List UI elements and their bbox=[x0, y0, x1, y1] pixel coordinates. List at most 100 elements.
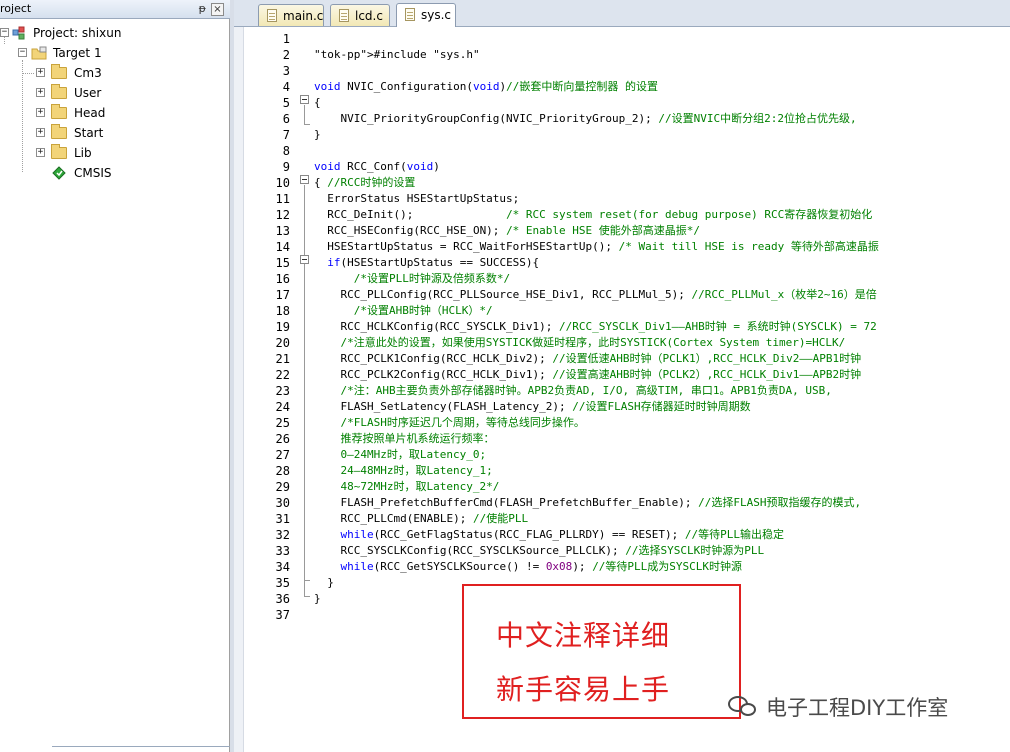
line-number: 14 bbox=[275, 240, 290, 254]
tree-item-group[interactable]: + Head bbox=[0, 103, 230, 123]
code-line[interactable]: RCC_HSEConfig(RCC_HSE_ON); /* Enable HSE… bbox=[314, 223, 700, 239]
code-line[interactable]: NVIC_PriorityGroupConfig(NVIC_PriorityGr… bbox=[314, 111, 856, 127]
fold-toggle-icon[interactable] bbox=[300, 95, 309, 104]
code-line[interactable]: RCC_PCLK2Config(RCC_HCLK_Div1); //设置高速AH… bbox=[314, 367, 861, 383]
group-label: Start bbox=[74, 126, 104, 140]
fold-toggle-icon[interactable] bbox=[300, 255, 309, 264]
expand-icon[interactable]: + bbox=[36, 88, 45, 97]
tab-label: main.c bbox=[283, 9, 324, 23]
line-number: 25 bbox=[275, 416, 290, 430]
line-number: 3 bbox=[282, 64, 290, 78]
code-line[interactable]: } bbox=[314, 591, 321, 607]
line-number: 9 bbox=[282, 160, 290, 174]
expand-icon[interactable]: + bbox=[36, 148, 45, 157]
code-line[interactable]: 0—24MHz时，取Latency_0; bbox=[314, 447, 486, 463]
line-number: 12 bbox=[275, 208, 290, 222]
tree-item-group[interactable]: + Start bbox=[0, 123, 230, 143]
line-number: 29 bbox=[275, 480, 290, 494]
line-number: 35 bbox=[275, 576, 290, 590]
code-line[interactable]: FLASH_SetLatency(FLASH_Latency_2); //设置F… bbox=[314, 399, 750, 415]
line-number: 10 bbox=[275, 176, 290, 190]
line-number: 5 bbox=[282, 96, 290, 110]
code-line[interactable]: 推荐按照单片机系统运行频率： bbox=[314, 431, 494, 447]
line-number: 34 bbox=[275, 560, 290, 574]
code-line[interactable]: } bbox=[314, 575, 334, 591]
code-line[interactable]: { //RCC时钟的设置 bbox=[314, 175, 415, 191]
project-pane-title: roject bbox=[0, 2, 32, 15]
fold-guide bbox=[304, 580, 310, 581]
target-folder-icon bbox=[31, 46, 47, 60]
line-number: 18 bbox=[275, 304, 290, 318]
tree-item-project-root[interactable]: − Project: shixun bbox=[0, 23, 230, 43]
code-line[interactable]: RCC_SYSCLKConfig(RCC_SYSCLKSource_PLLCLK… bbox=[314, 543, 764, 559]
code-line[interactable]: RCC_PCLK1Config(RCC_HCLK_Div2); //设置低速AH… bbox=[314, 351, 861, 367]
tree-connector bbox=[22, 73, 34, 74]
tree-item-group[interactable]: + User bbox=[0, 83, 230, 103]
code-line[interactable]: /*设置PLL时钟源及倍频系数*/ bbox=[314, 271, 510, 287]
code-line[interactable]: ErrorStatus HSEStartUpStatus; bbox=[314, 191, 519, 207]
tab-main-c[interactable]: main.c bbox=[258, 4, 324, 26]
expand-icon[interactable]: + bbox=[36, 128, 45, 137]
collapse-icon[interactable]: − bbox=[18, 48, 27, 57]
group-label: Cm3 bbox=[74, 66, 102, 80]
tree-item-target[interactable]: − Target 1 bbox=[0, 43, 230, 63]
annotation-line-2: 新手容易上手 bbox=[496, 673, 671, 706]
code-line[interactable]: if(HSEStartUpStatus == SUCCESS){ bbox=[314, 255, 539, 271]
group-label: Head bbox=[74, 106, 106, 120]
code-line[interactable]: } bbox=[314, 127, 321, 143]
line-number: 31 bbox=[275, 512, 290, 526]
project-pane-header: roject ᵽ × bbox=[0, 0, 230, 19]
line-number: 37 bbox=[275, 608, 290, 622]
close-icon[interactable]: × bbox=[211, 3, 224, 16]
line-number: 21 bbox=[275, 352, 290, 366]
line-number: 24 bbox=[275, 400, 290, 414]
code-line[interactable]: RCC_PLLCmd(ENABLE); //使能PLL bbox=[314, 511, 528, 527]
collapse-icon[interactable]: − bbox=[0, 28, 9, 37]
code-line[interactable]: /*注意此处的设置，如果使用SYSTICK做延时程序，此时SYSTICK(Cor… bbox=[314, 335, 846, 351]
project-icon bbox=[12, 26, 26, 40]
line-number: 4 bbox=[282, 80, 290, 94]
code-line[interactable]: RCC_DeInit(); /* RCC system reset(for de… bbox=[314, 207, 872, 223]
code-line[interactable]: /*注：AHB主要负责外部存储器时钟。APB2负责AD, I/O, 高级TIM,… bbox=[314, 383, 832, 399]
group-label: User bbox=[74, 86, 102, 100]
tree-item-group[interactable]: + Lib bbox=[0, 143, 230, 163]
project-root-label: Project: shixun bbox=[33, 26, 122, 40]
code-line[interactable]: "tok-pp">#include "sys.h" bbox=[314, 47, 480, 63]
line-number: 20 bbox=[275, 336, 290, 350]
line-number: 13 bbox=[275, 224, 290, 238]
fold-guide bbox=[304, 185, 305, 597]
watermark: 电子工程DIY工作室 bbox=[728, 692, 948, 722]
code-line[interactable]: /*FLASH时序延迟几个周期，等待总线同步操作。 bbox=[314, 415, 585, 431]
tab-lcd-c[interactable]: lcd.c bbox=[330, 4, 390, 26]
line-number: 33 bbox=[275, 544, 290, 558]
code-line[interactable]: /*设置AHB时钟（HCLK）*/ bbox=[314, 303, 493, 319]
code-line[interactable]: FLASH_PrefetchBufferCmd(FLASH_PrefetchBu… bbox=[314, 495, 861, 511]
tab-sys-c[interactable]: sys.c bbox=[396, 3, 456, 27]
code-line[interactable]: HSEStartUpStatus = RCC_WaitForHSEStartUp… bbox=[314, 239, 879, 255]
pin-icon[interactable]: ᵽ bbox=[199, 0, 206, 18]
fold-toggle-icon[interactable] bbox=[300, 175, 309, 184]
folder-icon bbox=[51, 104, 67, 119]
line-number: 19 bbox=[275, 320, 290, 334]
code-line[interactable]: { bbox=[314, 95, 321, 111]
code-line[interactable]: void NVIC_Configuration(void)//嵌套中断向量控制器… bbox=[314, 79, 658, 95]
code-line[interactable]: while(RCC_GetFlagStatus(RCC_FLAG_PLLRDY)… bbox=[314, 527, 785, 543]
code-line[interactable]: 24—48MHz时，取Latency_1; bbox=[314, 463, 492, 479]
code-line[interactable]: RCC_PLLConfig(RCC_PLLSource_HSE_Div1, RC… bbox=[314, 287, 876, 303]
tree-item-group[interactable]: CMSIS bbox=[0, 163, 230, 183]
tree-item-group[interactable]: + Cm3 bbox=[0, 63, 230, 83]
annotation-line-1: 中文注释详细 bbox=[496, 619, 671, 652]
expand-icon[interactable]: + bbox=[36, 108, 45, 117]
green-diamond-icon bbox=[52, 166, 66, 180]
expand-icon[interactable]: + bbox=[36, 68, 45, 77]
fold-column bbox=[298, 27, 312, 752]
code-line[interactable]: RCC_HCLKConfig(RCC_SYSCLK_Div1); //RCC_S… bbox=[314, 319, 876, 335]
code-line[interactable]: 48~72MHz时，取Latency_2*/ bbox=[314, 479, 499, 495]
line-number: 6 bbox=[282, 112, 290, 126]
code-line[interactable]: while(RCC_GetSYSCLKSource() != 0x08); //… bbox=[314, 559, 743, 575]
tab-label: lcd.c bbox=[355, 9, 383, 23]
line-number: 36 bbox=[275, 592, 290, 606]
line-number: 30 bbox=[275, 496, 290, 510]
line-number-gutter: 1 2 3 4 5 6 7 8 9 10 11 12 13 14 15 16 17 18 19 20 21 22 23 24 2… bbox=[244, 27, 296, 752]
code-line[interactable]: void RCC_Conf(void) bbox=[314, 159, 440, 175]
